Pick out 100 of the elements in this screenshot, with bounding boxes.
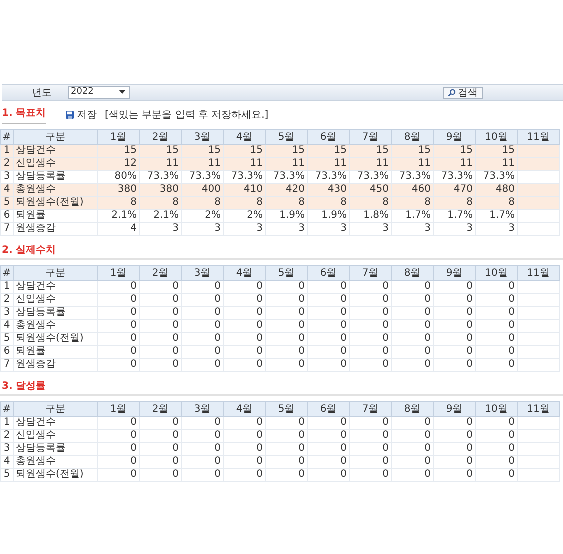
- table-cell: 0: [98, 294, 140, 306]
- table-cell: 15: [182, 144, 224, 158]
- column-header: 2월: [140, 266, 182, 280]
- table-cell: 2.1%: [140, 210, 182, 222]
- table-cell: 430: [308, 184, 350, 196]
- table-cell: 15: [434, 144, 476, 158]
- table-cell: 0: [392, 468, 434, 482]
- table-cell: 0: [182, 468, 224, 482]
- table-cell: 0: [392, 280, 434, 294]
- column-header: 5월: [266, 266, 308, 280]
- table-cell: 0: [182, 306, 224, 320]
- year-label: 년도: [31, 86, 53, 100]
- table-cell: 0: [140, 456, 182, 468]
- table-cell: 11: [266, 158, 308, 170]
- table-cell: 0: [308, 280, 350, 294]
- table-cell: 0: [308, 358, 350, 372]
- table-cell: 상담건수: [14, 144, 98, 158]
- table-cell: 1.7%: [434, 210, 476, 222]
- row-number: 4: [0, 184, 14, 196]
- column-header: 4월: [224, 130, 266, 144]
- table-cell: 11: [434, 158, 476, 170]
- table-cell: 11: [182, 158, 224, 170]
- table-cell: 15: [308, 144, 350, 158]
- table-cell: 15: [224, 144, 266, 158]
- table-cell: 11: [476, 158, 518, 170]
- table-cell: 8: [98, 196, 140, 210]
- column-header: 5월: [266, 402, 308, 416]
- table-cell: 8: [434, 196, 476, 210]
- table-cell: 0: [308, 294, 350, 306]
- row-number: 4: [0, 456, 14, 468]
- column-header: 3월: [182, 266, 224, 280]
- table-cell: 총원생수: [14, 320, 98, 332]
- table-cell: 0: [98, 332, 140, 346]
- row-number: 3: [0, 306, 14, 320]
- table-cell: 0: [140, 442, 182, 456]
- table-cell: 0: [266, 320, 308, 332]
- table-cell: 0: [308, 456, 350, 468]
- save-hint: [색있는 부분을 입력 후 저장하세요.]: [105, 109, 269, 122]
- column-header: 7월: [350, 402, 392, 416]
- row-number: 2: [0, 294, 14, 306]
- row-number: 6: [0, 346, 14, 358]
- table-cell: 0: [350, 430, 392, 442]
- table-cell: 480: [476, 184, 518, 196]
- table-cell: 15: [98, 144, 140, 158]
- row-number: 5: [0, 468, 14, 482]
- table-cell: 0: [182, 442, 224, 456]
- table-cell: 0: [266, 442, 308, 456]
- table-cell: 0: [350, 280, 392, 294]
- row-number: 7: [0, 222, 14, 236]
- table-cell: 3: [434, 222, 476, 236]
- row-number: 1: [0, 416, 14, 430]
- table-cell: 0: [266, 430, 308, 442]
- table-cell: 2%: [224, 210, 266, 222]
- table-cell: 3: [266, 222, 308, 236]
- table-cell: 0: [308, 416, 350, 430]
- row-number: 5: [0, 332, 14, 346]
- table-cell: 0: [266, 346, 308, 358]
- column-header: 11월: [518, 402, 560, 416]
- table-cell: 0: [434, 416, 476, 430]
- section-title: 1. 목표치: [2, 106, 46, 124]
- table-cell: 11: [392, 158, 434, 170]
- column-header: #: [0, 402, 14, 416]
- column-header: 6월: [308, 402, 350, 416]
- table-cell: 15: [392, 144, 434, 158]
- table-cell: 0: [392, 294, 434, 306]
- table-cell: 0: [224, 430, 266, 442]
- table-cell: 0: [266, 416, 308, 430]
- table-cell: 400: [182, 184, 224, 196]
- search-icon: [448, 88, 456, 96]
- table-cell: 0: [350, 294, 392, 306]
- table-cell: 0: [140, 358, 182, 372]
- table-cell: 0: [266, 294, 308, 306]
- year-select[interactable]: 2022: [68, 86, 130, 99]
- table-cell: 8: [308, 196, 350, 210]
- table-cell: 3: [140, 222, 182, 236]
- search-button[interactable]: 검색: [443, 86, 483, 98]
- table-cell: 410: [224, 184, 266, 196]
- table-cell: 퇴원생수(전월): [14, 196, 98, 210]
- row-number: 4: [0, 320, 14, 332]
- table-cell: 450: [350, 184, 392, 196]
- table-cell: 0: [434, 442, 476, 456]
- table-cell: 0: [476, 294, 518, 306]
- table-cell: 15: [350, 144, 392, 158]
- table-cell: 0: [182, 358, 224, 372]
- table-cell: 8: [182, 196, 224, 210]
- column-header: 9월: [434, 266, 476, 280]
- save-button[interactable]: 저장: [66, 108, 97, 122]
- table-cell: 0: [392, 346, 434, 358]
- column-header: #: [0, 266, 14, 280]
- table-cell: 0: [308, 320, 350, 332]
- table-cell: 0: [392, 332, 434, 346]
- column-header: 1월: [98, 266, 140, 280]
- table-cell: 상담등록률: [14, 306, 98, 320]
- table-cell: 0: [140, 430, 182, 442]
- column-header: 4월: [224, 266, 266, 280]
- table-cell: 11: [308, 158, 350, 170]
- table-cell: 0: [350, 358, 392, 372]
- table-cell: 0: [98, 430, 140, 442]
- table-cell: 0: [266, 358, 308, 372]
- table-cell: 0: [434, 468, 476, 482]
